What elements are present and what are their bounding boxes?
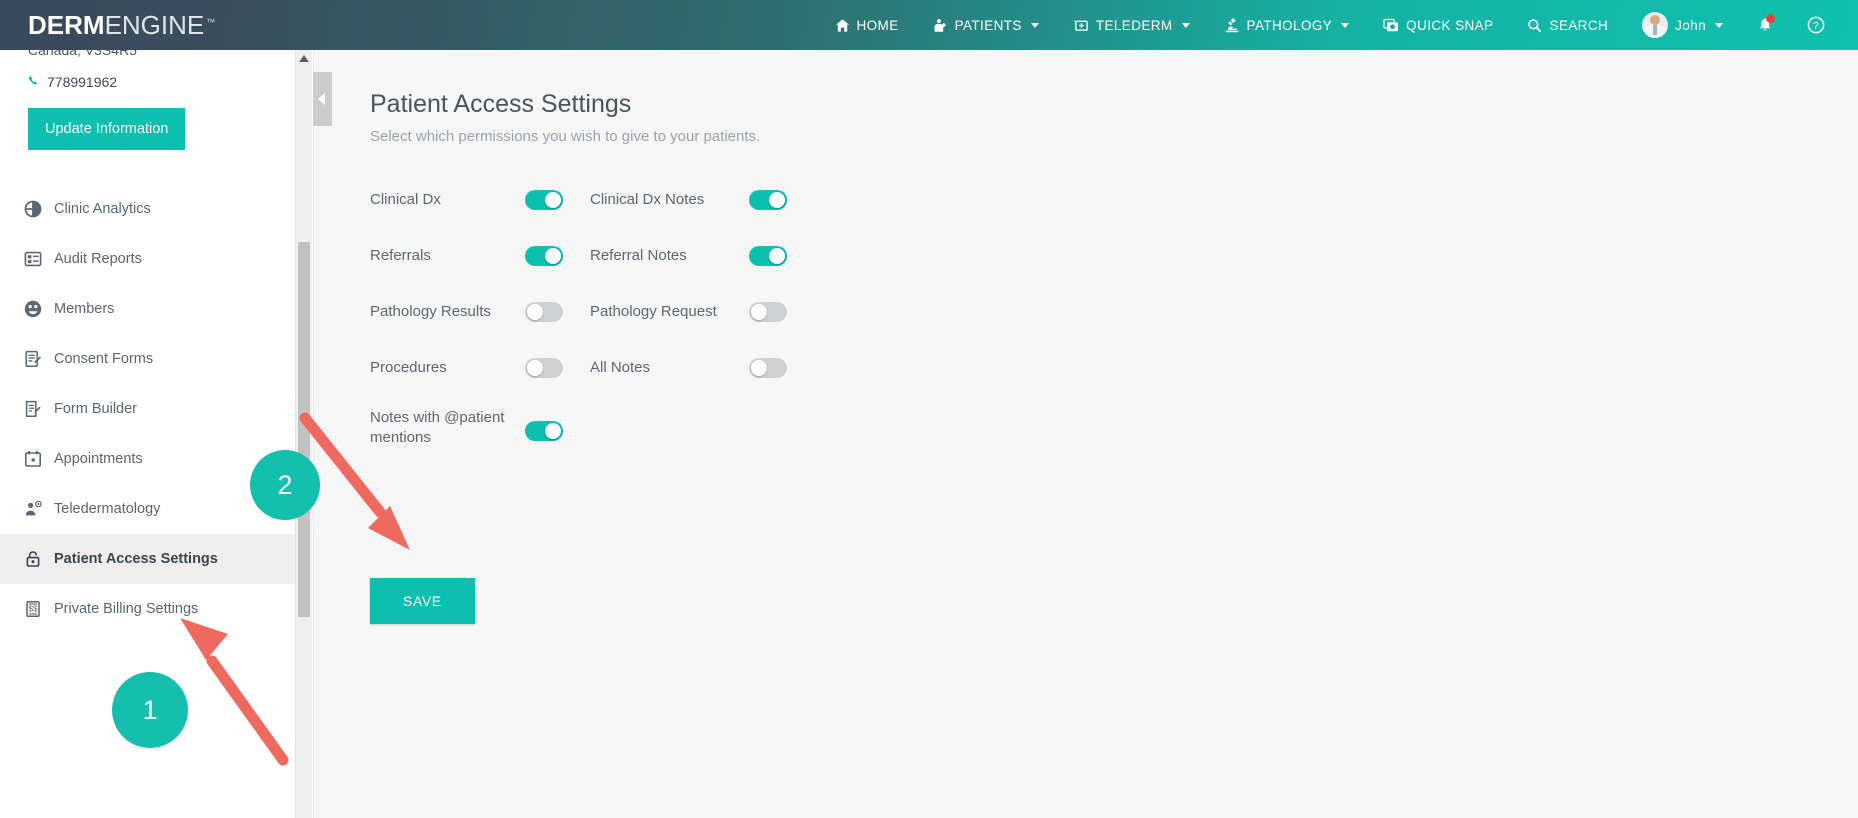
annotation-arrow-1 (180, 618, 289, 766)
annotation-arrow-2 (299, 412, 410, 550)
annotation-arrows (180, 412, 410, 766)
app-root: DERM ENGINE ™ HOME PATIENTS TELEDERM PAT… (0, 0, 1858, 818)
